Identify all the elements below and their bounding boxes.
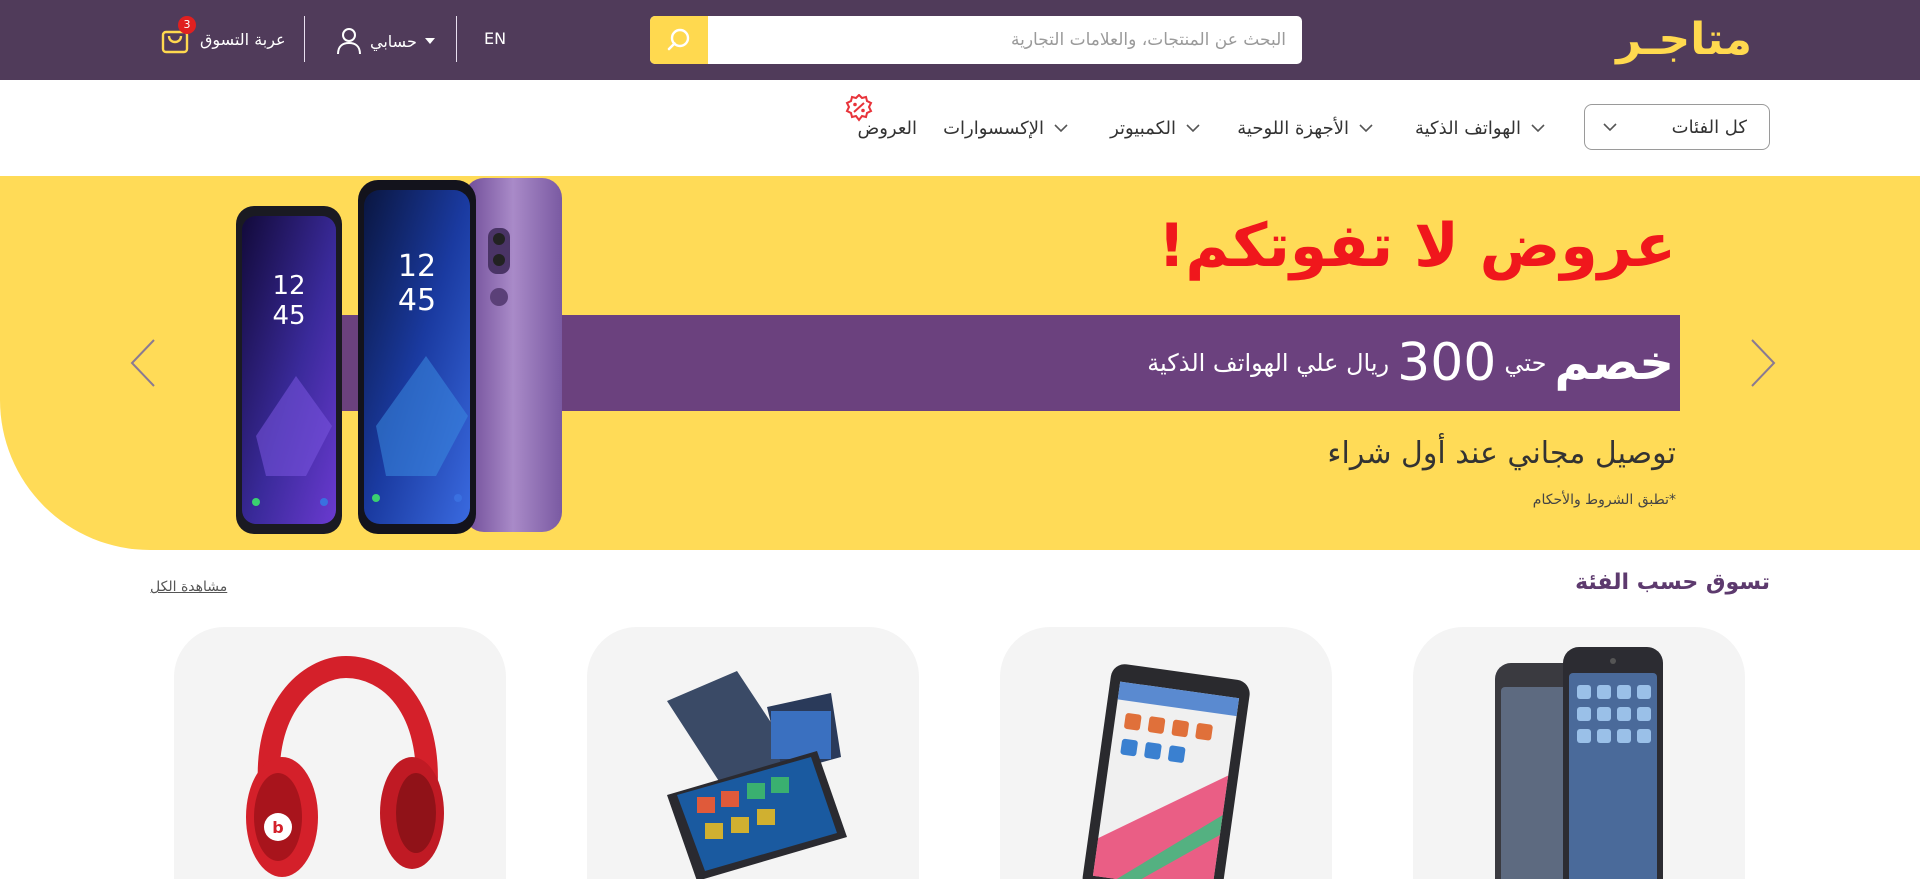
hero-subtitle: توصيل مجاني عند أول شراء xyxy=(1327,436,1676,471)
shop-by-category-title: تسوق حسب الفئة xyxy=(1575,570,1770,595)
search-icon xyxy=(667,28,690,51)
caret-down-icon xyxy=(424,38,435,44)
nav-item-smartphones[interactable]: الهواتف الذكية xyxy=(1415,116,1545,140)
search-button[interactable] xyxy=(650,16,708,64)
headphones-image: b xyxy=(246,655,444,877)
nav-item-accessories[interactable]: الإكسسوارات xyxy=(943,116,1068,140)
site-logo[interactable]: متاجـر xyxy=(1616,14,1752,66)
discount-badge-icon xyxy=(845,94,873,122)
discount-upto: حتي xyxy=(1504,349,1547,377)
svg-text:b: b xyxy=(272,818,283,837)
account-menu[interactable]: حسابي xyxy=(336,26,435,56)
view-all-link[interactable]: مشاهدة الكل xyxy=(150,578,227,596)
cart-icon-wrapper: 3 xyxy=(158,16,196,56)
nav-item-label: الكمبيوتر xyxy=(1110,117,1176,139)
nav-item-computers[interactable]: الكمبيوتر xyxy=(1110,116,1200,140)
category-card-computers[interactable] xyxy=(587,627,919,879)
all-categories-label: كل الفئات xyxy=(1671,116,1747,138)
chevron-left-icon[interactable] xyxy=(128,336,158,390)
svg-text:45: 45 xyxy=(398,283,436,318)
tablet-image xyxy=(1082,664,1250,879)
discount-amount: 300 xyxy=(1397,333,1497,393)
discount-label: خصم xyxy=(1554,335,1674,391)
terms-note: *تطبق الشروط والأحكام xyxy=(1532,492,1676,508)
all-categories-dropdown[interactable]: كل الفئات xyxy=(1584,104,1770,150)
account-label: حسابي xyxy=(370,31,417,51)
nav-item-label: الهواتف الذكية xyxy=(1414,117,1521,139)
svg-text:45: 45 xyxy=(272,301,305,331)
category-card-accessories[interactable]: b xyxy=(174,627,506,879)
shopping-cart[interactable]: 3 عربة التسوق xyxy=(158,16,286,56)
nav-item-label: الأجهزة اللوحية xyxy=(1237,117,1349,139)
nav-item-label: الإكسسوارات xyxy=(943,117,1044,139)
cart-count-badge: 3 xyxy=(178,16,196,34)
chevron-right-icon[interactable] xyxy=(1748,336,1778,390)
top-header: متاجـر EN حسابي 3 عربة التسوق xyxy=(0,0,1920,80)
discount-text: خصم حتي 300 ريال علي الهواتف الذكية xyxy=(1147,315,1674,411)
divider xyxy=(304,16,305,62)
chevron-down-icon xyxy=(1603,122,1617,131)
svg-text:12: 12 xyxy=(272,271,305,301)
laptop-image xyxy=(667,671,847,879)
nav-item-tablets[interactable]: الأجهزة اللوحية xyxy=(1237,116,1373,140)
cart-label: عربة التسوق xyxy=(200,29,286,49)
search-input[interactable] xyxy=(708,16,1302,64)
divider xyxy=(456,16,457,62)
user-icon xyxy=(337,28,361,55)
chevron-down-icon xyxy=(1186,123,1200,132)
chevron-down-icon xyxy=(1531,123,1545,132)
chevron-down-icon xyxy=(1359,123,1373,132)
svg-text:12: 12 xyxy=(398,249,436,284)
search-bar xyxy=(650,16,1302,64)
smartphones-image: 12 45 12 45 xyxy=(236,178,562,534)
smartphone-image xyxy=(1495,647,1663,879)
hero-title: عروض لا تفوتكم! xyxy=(1158,211,1676,281)
hero-banner[interactable]: عروض لا تفوتكم! خصم حتي 300 ريال علي اله… xyxy=(0,176,1920,550)
discount-description: ريال علي الهواتف الذكية xyxy=(1147,349,1390,377)
category-card-tablets[interactable] xyxy=(1000,627,1332,879)
language-switch[interactable]: EN xyxy=(484,28,506,50)
category-nav: كل الفئات الهواتف الذكية الأجهزة اللوحية… xyxy=(0,80,1920,176)
category-card-smartphones[interactable] xyxy=(1413,627,1745,879)
chevron-down-icon xyxy=(1054,123,1068,132)
